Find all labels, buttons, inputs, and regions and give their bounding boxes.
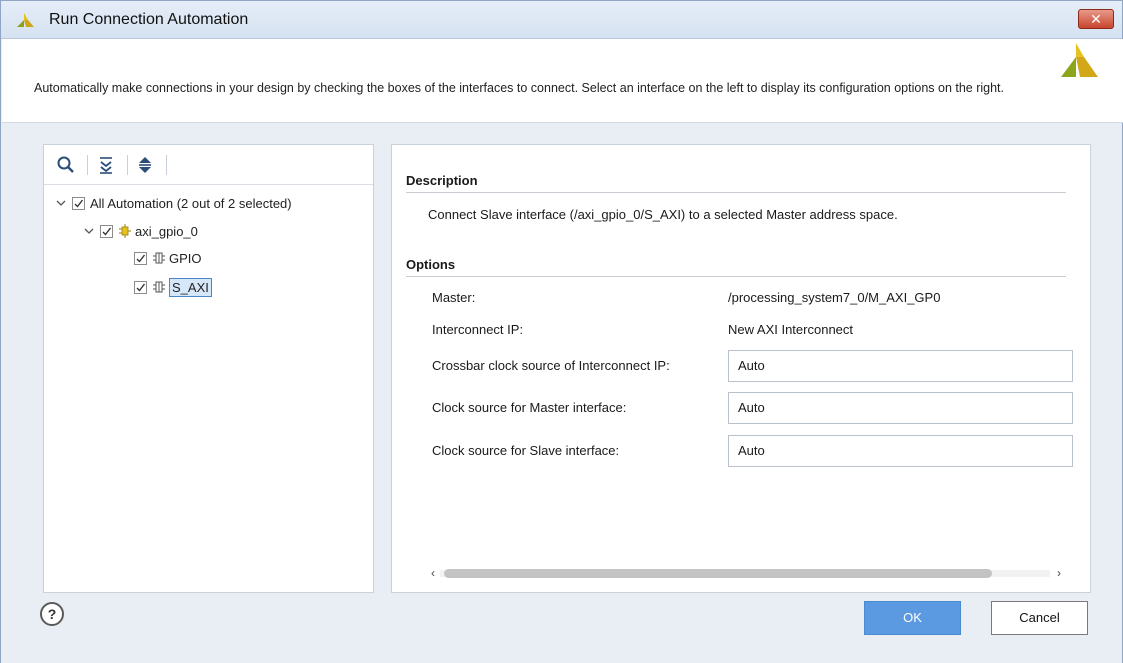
crossbar-clock-label: Crossbar clock source of Interconnect IP… — [432, 358, 670, 373]
toolbar-separator — [87, 155, 88, 175]
scroll-left-arrow[interactable]: ‹ — [426, 565, 440, 581]
scrollbar-thumb[interactable] — [444, 569, 992, 578]
master-clock-label: Clock source for Master interface: — [432, 400, 627, 415]
interface-icon — [153, 252, 165, 264]
header-banner: Automatically make connections in your d… — [2, 39, 1123, 123]
tree-row-s-axi[interactable]: S_AXI — [134, 276, 212, 298]
all-automation-label: All Automation (2 out of 2 selected) — [90, 195, 292, 211]
description-divider — [406, 192, 1066, 193]
scroll-right-arrow[interactable]: › — [1052, 565, 1066, 581]
gpio-checkbox[interactable] — [134, 251, 147, 265]
axi-gpio-checkbox[interactable] — [100, 224, 113, 238]
gpio-label: GPIO — [169, 250, 202, 266]
window-title: Run Connection Automation — [49, 11, 249, 28]
s-axi-checkbox[interactable] — [134, 280, 147, 294]
toolbar-separator — [127, 155, 128, 175]
close-button[interactable]: ✕ — [1078, 9, 1114, 29]
dialog-window: Run Connection Automation ✕ Automaticall… — [0, 0, 1123, 663]
interconnect-ip-value: New AXI Interconnect — [728, 322, 854, 337]
ip-block-icon — [119, 224, 131, 238]
slave-clock-label: Clock source for Slave interface: — [432, 443, 620, 458]
master-label: Master: — [432, 290, 476, 305]
tree-row-gpio[interactable]: GPIO — [134, 247, 202, 269]
tree-toolbar — [44, 145, 373, 185]
description-heading: Description — [406, 173, 478, 188]
details-panel: Description Connect Slave interface (/ax… — [391, 144, 1091, 593]
description-text: Connect Slave interface (/axi_gpio_0/S_A… — [428, 207, 898, 222]
interface-icon — [153, 281, 165, 293]
title-bar: Run Connection Automation ✕ — [1, 1, 1122, 39]
xilinx-logo-icon — [17, 13, 34, 27]
collapse-all-icon[interactable] — [96, 155, 116, 175]
search-icon[interactable] — [56, 155, 76, 175]
expand-all-icon[interactable] — [135, 155, 155, 175]
toolbar-separator — [166, 155, 167, 175]
cancel-button[interactable]: Cancel — [991, 601, 1088, 635]
horizontal-scrollbar[interactable]: ‹ › — [422, 565, 1068, 581]
options-divider — [406, 276, 1066, 277]
chevron-down-icon[interactable] — [54, 196, 68, 210]
interconnect-ip-label: Interconnect IP: — [432, 322, 524, 337]
tree-row-axi-gpio[interactable]: axi_gpio_0 — [82, 220, 198, 242]
chevron-down-icon[interactable] — [82, 224, 96, 238]
all-automation-checkbox[interactable] — [72, 196, 85, 210]
help-button[interactable]: ? — [40, 602, 64, 626]
automation-tree-panel: All Automation (2 out of 2 selected) axi… — [43, 144, 374, 593]
tree-row-all-automation[interactable]: All Automation (2 out of 2 selected) — [54, 192, 292, 214]
axi-gpio-label: axi_gpio_0 — [135, 223, 198, 239]
master-value: /processing_system7_0/M_AXI_GP0 — [728, 290, 941, 305]
crossbar-clock-field[interactable]: Auto — [728, 350, 1073, 382]
header-description: Automatically make connections in your d… — [34, 81, 1005, 95]
slave-clock-field[interactable]: Auto — [728, 435, 1073, 467]
ok-button[interactable]: OK — [864, 601, 961, 635]
master-clock-field[interactable]: Auto — [728, 392, 1073, 424]
s-axi-label: S_AXI — [169, 277, 212, 297]
xilinx-logo-icon — [1061, 43, 1098, 77]
options-heading: Options — [406, 257, 456, 272]
